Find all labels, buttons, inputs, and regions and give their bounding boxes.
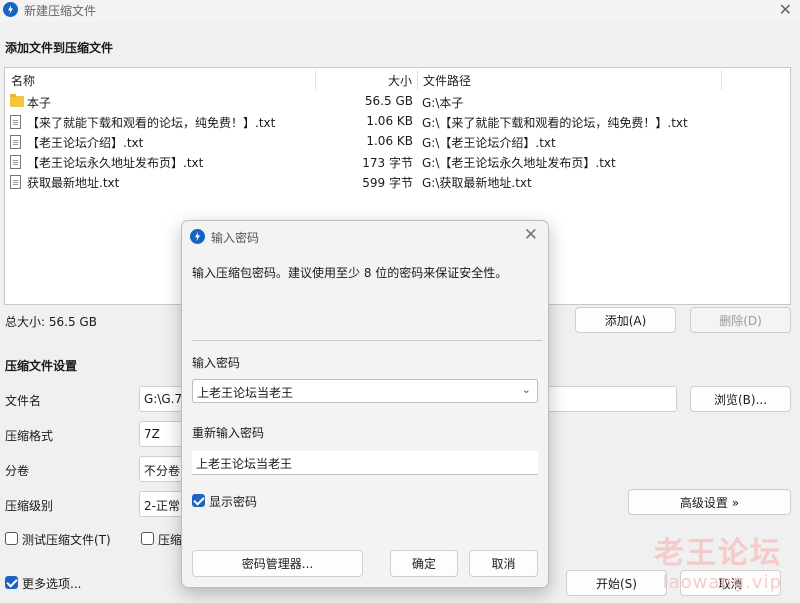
test-archive-label[interactable]: 测试压缩文件(T): [22, 531, 111, 548]
window-title: 新建压缩文件: [24, 4, 97, 18]
password-dialog: 输入密码 ✕ 输入压缩包密码。建议使用至少 8 位的密码来保证安全性。 输入密码…: [181, 220, 549, 588]
window-close-icon[interactable]: ✕: [779, 0, 792, 19]
table-row[interactable]: 本子 56.5 GB G:\本子: [5, 92, 790, 112]
column-header-path[interactable]: 文件路径: [423, 72, 471, 89]
format-label: 压缩格式: [5, 429, 54, 443]
password-input[interactable]: 上老王论坛当老王 ⌄: [192, 379, 538, 403]
more-options-label[interactable]: 更多选项...: [22, 575, 81, 592]
file-size: 1.06 KB: [366, 114, 413, 128]
column-header-name[interactable]: 名称: [11, 72, 35, 89]
title-bar: 新建压缩文件 ✕: [0, 0, 800, 22]
text-file-icon: [10, 134, 21, 151]
dialog-close-icon[interactable]: ✕: [524, 225, 538, 245]
text-file-icon: [10, 174, 21, 191]
text-file-icon: [10, 114, 21, 131]
column-divider[interactable]: [417, 70, 418, 90]
second-option-label[interactable]: 压缩: [158, 531, 182, 548]
delete-button[interactable]: 删除(D): [690, 307, 791, 333]
watermark: 老王论坛 laowang.vip: [654, 528, 782, 593]
column-divider[interactable]: [315, 70, 316, 90]
file-name: 【老王论坛介绍】.txt: [27, 136, 144, 150]
text-file-icon: [10, 154, 21, 171]
reenter-password-input[interactable]: 上老王论坛当老王: [192, 451, 538, 475]
reenter-password-label: 重新输入密码: [192, 426, 265, 440]
split-label: 分卷: [5, 464, 30, 478]
file-name: 获取最新地址.txt: [27, 176, 120, 190]
start-button[interactable]: 开始(S): [566, 570, 667, 596]
settings-section-title: 压缩文件设置: [5, 359, 78, 373]
dialog-cancel-button[interactable]: 取消: [469, 550, 538, 577]
file-size: 599 字节: [362, 176, 413, 190]
table-row[interactable]: 【老王论坛永久地址发布页】.txt 173 字节 G:\【老王论坛永久地址发布页…: [5, 152, 790, 172]
ok-button[interactable]: 确定: [390, 550, 458, 577]
file-name: 【老王论坛永久地址发布页】.txt: [27, 156, 204, 170]
watermark-url: laowang.vip: [662, 572, 782, 593]
password-value: 上老王论坛当老王: [197, 386, 294, 400]
file-name: 【来了就能下载和观看的论坛，纯免费！】.txt: [27, 116, 276, 130]
file-size: 173 字节: [362, 156, 413, 170]
file-name: 本子: [27, 96, 52, 110]
add-button[interactable]: 添加(A): [575, 307, 676, 333]
more-options-checkbox[interactable]: [5, 576, 18, 589]
add-files-section-title: 添加文件到压缩文件: [5, 41, 114, 55]
table-row[interactable]: 【来了就能下载和观看的论坛，纯免费！】.txt 1.06 KB G:\【来了就能…: [5, 112, 790, 132]
test-archive-checkbox[interactable]: [5, 532, 18, 545]
advanced-settings-button[interactable]: 高级设置 »: [628, 489, 791, 515]
dialog-title: 输入密码: [211, 231, 260, 245]
folder-icon: [10, 94, 24, 108]
table-row[interactable]: 【老王论坛介绍】.txt 1.06 KB G:\【老王论坛介绍】.txt: [5, 132, 790, 152]
level-label: 压缩级别: [5, 499, 54, 513]
file-path: G:\【来了就能下载和观看的论坛，纯免费！】.txt: [422, 116, 688, 130]
second-option-checkbox[interactable]: [141, 532, 154, 545]
show-password-label[interactable]: 显示密码: [209, 493, 257, 510]
dialog-divider: [192, 340, 542, 341]
browse-button[interactable]: 浏览(B)...: [690, 386, 791, 412]
file-path: G:\本子: [422, 96, 464, 110]
app-logo-icon: [3, 2, 18, 17]
column-divider[interactable]: [721, 70, 722, 90]
file-size: 1.06 KB: [366, 134, 413, 148]
password-manager-button[interactable]: 密码管理器...: [192, 550, 363, 577]
total-size: 总大小: 56.5 GB: [5, 315, 97, 329]
password-label: 输入密码: [192, 356, 241, 370]
filename-label: 文件名: [5, 394, 42, 408]
show-password-checkbox[interactable]: [192, 494, 205, 507]
chevron-down-icon[interactable]: ⌄: [522, 383, 531, 396]
dialog-app-icon: [190, 229, 205, 244]
dialog-message: 输入压缩包密码。建议使用至少 8 位的密码来保证安全性。: [192, 266, 508, 280]
file-path: G:\【老王论坛永久地址发布页】.txt: [422, 156, 616, 170]
file-path: G:\获取最新地址.txt: [422, 176, 532, 190]
watermark-title: 老王论坛: [654, 536, 782, 571]
column-header-size[interactable]: 大小: [388, 72, 412, 89]
table-row[interactable]: 获取最新地址.txt 599 字节 G:\获取最新地址.txt: [5, 172, 790, 192]
file-path: G:\【老王论坛介绍】.txt: [422, 136, 556, 150]
file-size: 56.5 GB: [364, 94, 413, 108]
